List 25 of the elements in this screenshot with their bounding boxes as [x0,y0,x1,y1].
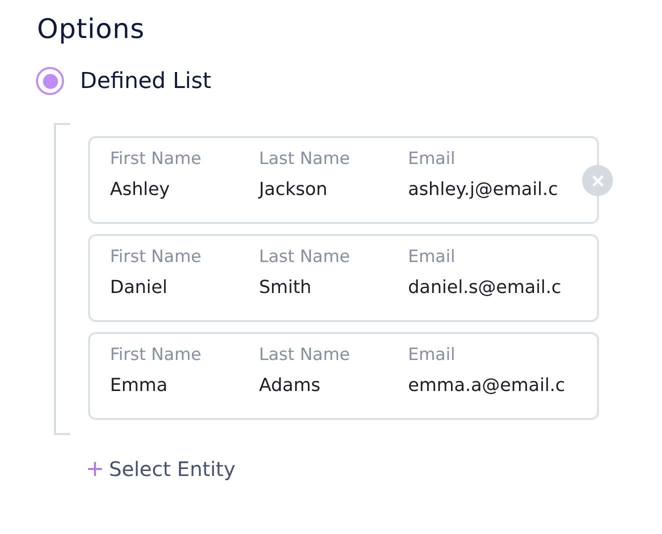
field-label: First Name [110,246,202,268]
radio-button[interactable] [36,67,64,95]
field-value: Smith [259,276,312,300]
field-label: Last Name [259,148,351,170]
field-label: Email [408,344,456,366]
field-value: ashley.j@email.c [408,178,557,202]
plus-icon [87,461,103,477]
field-value: Daniel [110,276,168,300]
select-entity-button[interactable]: Select Entity [87,457,236,481]
field-label: Email [408,148,456,170]
close-icon [592,174,604,186]
field-label: Last Name [259,344,351,366]
field-value: Ashley [110,178,171,202]
field-label: Last Name [259,246,351,268]
option-label: Defined List [80,68,212,94]
field-value: emma.a@email.c [408,374,566,398]
field-label: First Name [110,148,202,170]
field-value: daniel.s@email.c [408,276,562,300]
field-value: Jackson [259,178,328,202]
field-value: Emma [110,374,168,398]
field-label: Email [408,246,456,268]
field-value: Adams [259,374,322,398]
section-title: Options [37,14,146,45]
field-label: First Name [110,344,202,366]
close-button[interactable] [582,165,613,196]
